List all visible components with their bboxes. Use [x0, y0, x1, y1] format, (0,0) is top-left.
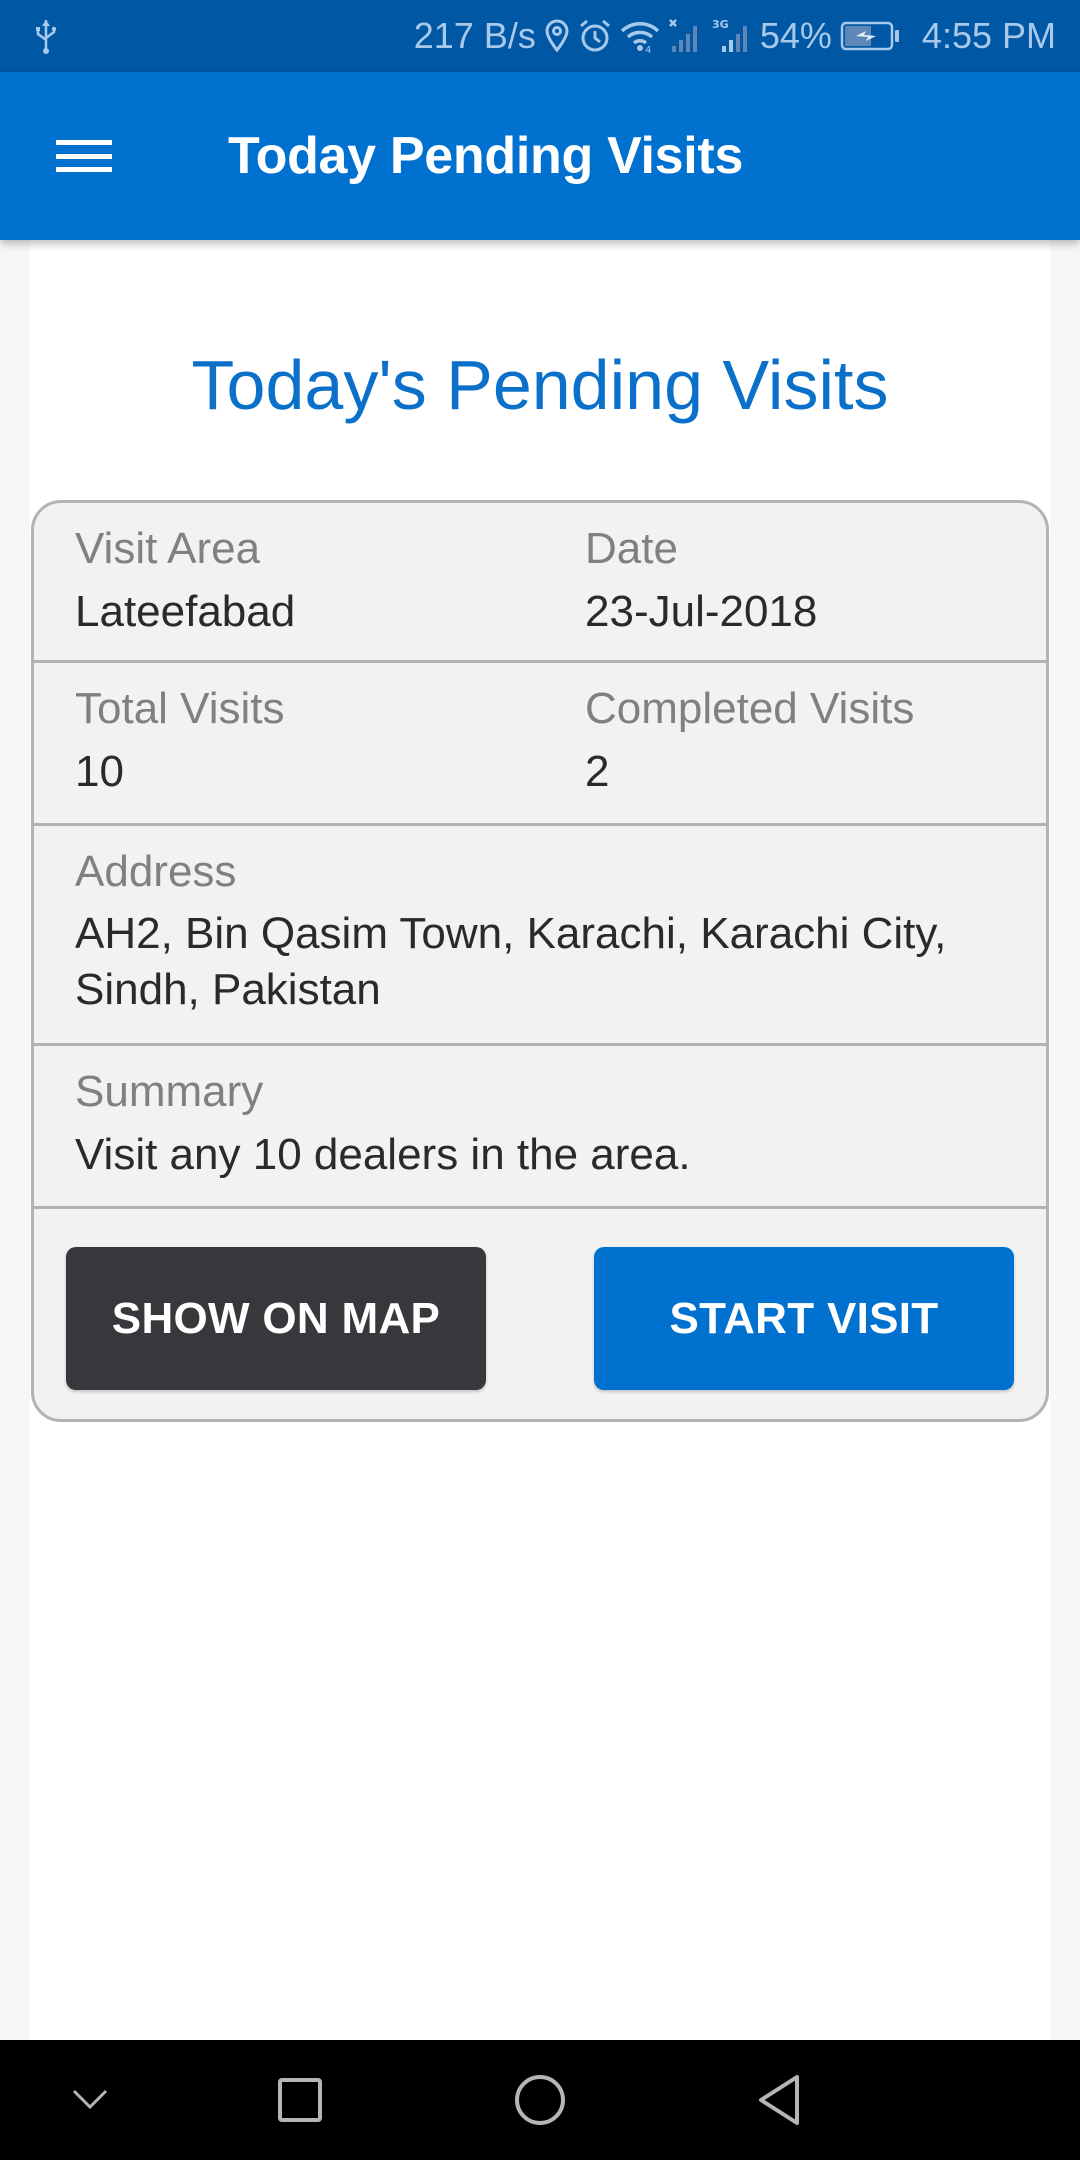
total-visits-value: 10 [75, 747, 124, 796]
completed-visits-label: Completed Visits [585, 684, 915, 733]
wifi-icon: 4 [620, 22, 660, 53]
svg-text:3G: 3G [712, 18, 729, 31]
location-icon [545, 19, 569, 53]
back-icon[interactable] [730, 2060, 830, 2140]
total-visits-label: Total Visits [75, 684, 285, 733]
content-area: Today's Pending Visits Visit Area Lateef… [30, 240, 1050, 2040]
address-row: Address AH2, Bin Qasim Town, Karachi, Ka… [34, 826, 1046, 1046]
visit-area-label: Visit Area [75, 524, 261, 573]
alarm-icon [579, 19, 610, 52]
home-icon[interactable] [490, 2060, 590, 2140]
signal-3g-icon: 3G [712, 18, 747, 52]
recents-icon[interactable] [250, 2060, 350, 2140]
summary-label: Summary [75, 1067, 264, 1116]
summary-value: Visit any 10 dealers in the area. [75, 1130, 691, 1179]
signal-no-sim-icon [668, 19, 697, 52]
system-nav-bar [0, 2040, 1080, 2160]
date-field: Date 23-Jul-2018 [585, 521, 817, 641]
app-bar: Today Pending Visits [0, 72, 1080, 240]
address-value: AH2, Bin Qasim Town, Karachi, Karachi Ci… [75, 909, 947, 1014]
visits-count-row: Total Visits 10 Completed Visits 2 [34, 663, 1046, 826]
completed-visits-value: 2 [585, 747, 610, 796]
clock: 4:55 PM [921, 15, 1056, 56]
svg-text:4: 4 [645, 45, 651, 53]
visit-area-value: Lateefabad [75, 587, 296, 636]
actions-row: SHOW ON MAP START VISIT [34, 1209, 1046, 1419]
summary-field: Summary Visit any 10 dealers in the area… [75, 1064, 1010, 1184]
visit-card: Visit Area Lateefabad Date 23-Jul-2018 T… [31, 500, 1049, 1422]
total-visits-field: Total Visits 10 [75, 681, 285, 801]
network-speed: 217 B/s [413, 15, 536, 56]
date-value: 23-Jul-2018 [585, 587, 818, 636]
show-on-map-button[interactable]: SHOW ON MAP [66, 1247, 486, 1390]
address-label: Address [75, 847, 237, 896]
completed-visits-field: Completed Visits 2 [585, 681, 914, 801]
start-visit-button[interactable]: START VISIT [594, 1247, 1014, 1390]
address-field: Address AH2, Bin Qasim Town, Karachi, Ka… [75, 844, 1010, 1018]
hide-nav-icon[interactable] [40, 2060, 140, 2140]
status-bar: 217 B/s 4 3G 54% 4:55 PM [0, 0, 1080, 72]
summary-row: Summary Visit any 10 dealers in the area… [34, 1046, 1046, 1209]
date-label: Date [585, 524, 678, 573]
usb-icon [36, 20, 57, 54]
visit-area-date-row: Visit Area Lateefabad Date 23-Jul-2018 [34, 503, 1046, 663]
page-heading: Today's Pending Visits [191, 346, 889, 424]
battery-charging-icon [840, 21, 899, 51]
hamburger-menu-icon[interactable] [40, 124, 130, 188]
app-title: Today Pending Visits [228, 127, 744, 185]
battery-percent: 54% [759, 15, 832, 56]
visit-area-field: Visit Area Lateefabad [75, 521, 295, 641]
